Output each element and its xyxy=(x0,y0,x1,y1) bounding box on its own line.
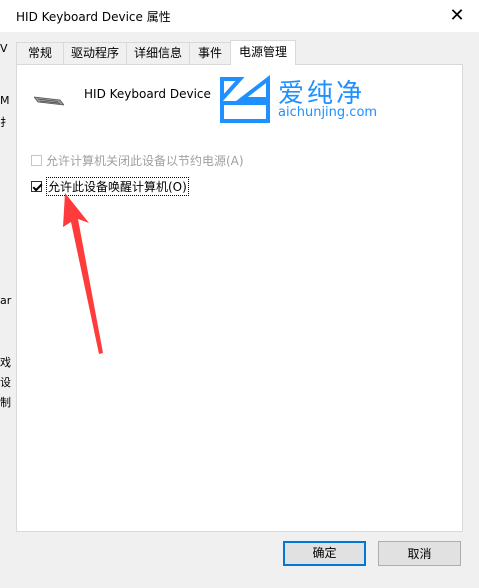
allow-wake-checkbox[interactable] xyxy=(31,181,42,192)
ok-button[interactable]: 确定 xyxy=(283,541,366,566)
window-title: HID Keyboard Device 属性 xyxy=(16,10,171,24)
tab-details[interactable]: 详细信息 xyxy=(126,42,190,64)
watermark-icon xyxy=(220,74,270,123)
tab-power-management[interactable]: 电源管理 xyxy=(230,40,296,65)
allow-power-off-checkbox xyxy=(31,155,42,166)
edge-glyph: ar xyxy=(0,294,12,307)
edge-glyph: 扌 xyxy=(0,116,11,129)
edge-glyph: 设 xyxy=(0,376,11,389)
annotation-arrow-icon xyxy=(63,193,103,354)
allow-power-off-option: 允许计算机关闭此设备以节约电源(A) xyxy=(31,152,244,169)
edge-glyph: M xyxy=(0,94,10,107)
tab-general[interactable]: 常规 xyxy=(16,42,64,64)
tab-driver[interactable]: 驱动程序 xyxy=(63,42,127,64)
allow-power-off-label: 允许计算机关闭此设备以节约电源(A) xyxy=(46,154,244,168)
keyboard-icon xyxy=(34,96,64,106)
background-window-edge: V M 扌 ar 戏 设 制 xyxy=(0,36,12,416)
watermark-logo: 爱纯净 aichunjing.com xyxy=(218,73,408,125)
edge-glyph: V xyxy=(0,42,8,55)
title-bar: HID Keyboard Device 属性 ✕ xyxy=(0,0,479,32)
watermark-url: aichunjing.com xyxy=(278,105,378,120)
tab-events[interactable]: 事件 xyxy=(189,42,231,64)
close-icon[interactable]: ✕ xyxy=(445,4,469,28)
edge-glyph: 制 xyxy=(0,396,11,409)
cancel-button[interactable]: 取消 xyxy=(378,541,461,566)
device-name: HID Keyboard Device xyxy=(84,87,211,101)
edge-glyph: 戏 xyxy=(0,356,11,369)
tab-panel: HID Keyboard Device 允许计算机关闭此设备以节约电源(A) 允… xyxy=(16,64,463,532)
